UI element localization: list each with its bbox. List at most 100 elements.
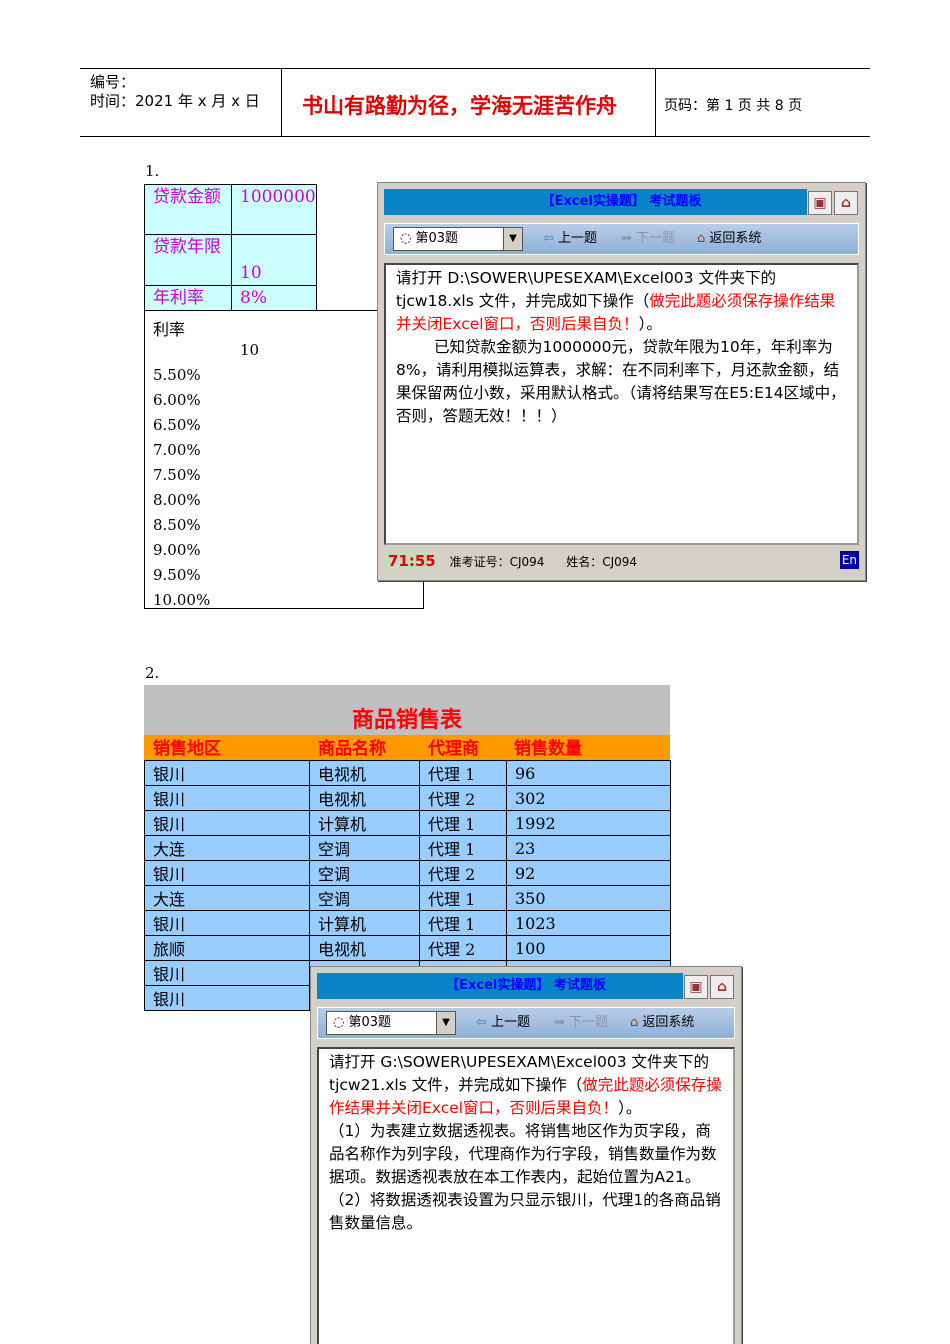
header-divider — [655, 68, 656, 136]
years-value: 10 — [240, 341, 260, 359]
table-cell: 银川 — [144, 910, 310, 936]
question-select[interactable]: ◌ 第03题 ▼ — [393, 227, 523, 251]
restore-icon[interactable]: ▣ — [808, 191, 832, 215]
home-button[interactable]: ⌂ 返回系统 — [697, 230, 761, 248]
table-cell: 代理 1 — [419, 810, 507, 836]
table-cell: 302 — [506, 785, 671, 811]
question-text-c: 已知贷款金额为1000000元，贷款年限为10年，年利率为8%，请利用模拟运算表… — [396, 338, 846, 425]
table-cell: 100 — [506, 935, 671, 961]
loan-amount-value: 1000000 — [231, 184, 317, 235]
column-header: 销售数量 — [514, 739, 582, 759]
home-label: 返回系统 — [709, 231, 762, 246]
loan-amount-label: 贷款金额 — [144, 184, 232, 235]
header-bottom-rule — [80, 136, 870, 137]
prev-button[interactable]: ⇦ 上一题 — [543, 230, 597, 248]
home-icon[interactable]: ⌂ — [710, 975, 734, 999]
chevron-down-icon[interactable]: ▼ — [436, 1012, 455, 1034]
chevron-down-icon[interactable]: ▼ — [503, 228, 522, 250]
table-cell: 空调 — [309, 885, 420, 911]
rate-item: 7.00% — [153, 441, 201, 459]
question-select[interactable]: ◌ 第03题 ▼ — [326, 1011, 456, 1035]
prev-button[interactable]: ⇦ 上一题 — [476, 1014, 530, 1032]
table-cell: 350 — [506, 885, 671, 911]
rate-item: 10.00% — [153, 591, 211, 609]
window-title-bar: 【Excel实操题】 考试题板 ▣ ⌂ — [384, 189, 859, 215]
table-cell: 代理 1 — [419, 835, 507, 861]
status-bar: 71:55 准考证号：CJ094 姓名：CJ094 En — [384, 550, 859, 572]
question-text-b: ）。 — [618, 1099, 642, 1117]
table-cell: 银川 — [144, 960, 310, 986]
home-icon: ⌂ — [630, 1015, 639, 1030]
table-cell: 电视机 — [309, 785, 420, 811]
column-header: 销售地区 — [153, 739, 221, 759]
window-title: 【Excel实操题】 考试题板 — [446, 978, 606, 993]
loan-years-value: 10 — [231, 234, 317, 286]
rate-item: 7.50% — [153, 466, 201, 484]
table-row: 银川 计算机 代理 1 1992 — [144, 810, 671, 836]
table-cell: 代理 2 — [419, 935, 507, 961]
table-row: 银川 空调 代理 2 92 — [144, 860, 671, 886]
table-row: 大连 空调 代理 1 350 — [144, 885, 671, 911]
table-cell: 代理 1 — [419, 760, 507, 786]
rate-item: 9.50% — [153, 566, 201, 584]
toolbar: ◌ 第03题 ▼ ⇦ 上一题 ➡ 下一题 ⌂ 返回系统 — [384, 223, 859, 255]
rate-item: 9.00% — [153, 541, 201, 559]
table-row: 大连 空调 代理 1 23 — [144, 835, 671, 861]
window-title-bar: 【Excel实操题】 考试题板 ▣ ⌂ — [317, 973, 735, 999]
loan-years-label: 贷款年限 — [144, 234, 232, 286]
question-select-value: 第03题 — [415, 231, 459, 246]
exam-panel-window: 【Excel实操题】 考试题板 ▣ ⌂ ◌ 第03题 ▼ ⇦ 上一题 ➡ 下一题 ⌂… — [377, 182, 866, 581]
table-cell: 1023 — [506, 910, 671, 936]
divider — [144, 310, 377, 311]
toolbar: ◌ 第03题 ▼ ⇦ 上一题 ➡ 下一题 ⌂ 返回系统 — [317, 1007, 735, 1039]
arrow-right-icon: ➡ — [621, 231, 632, 246]
home-icon[interactable]: ⌂ — [834, 191, 858, 215]
table-row: 银川 电视机 代理 1 96 — [144, 760, 671, 786]
next-button[interactable]: ➡ 下一题 — [554, 1014, 608, 1032]
exam-panel-window: 【Excel实操题】 考试题板 ▣ ⌂ ◌ 第03题 ▼ ⇦ 上一题 ➡ 下一题 ⌂… — [310, 966, 742, 1344]
question-text: 请打开 G:\SOWER\UPESEXAM\Excel003 文件夹下的 tjc… — [317, 1047, 735, 1344]
arrow-left-icon: ⇦ — [543, 231, 554, 246]
table-cell: 电视机 — [309, 935, 420, 961]
table-cell: 92 — [506, 860, 671, 886]
home-button[interactable]: ⌂ 返回系统 — [630, 1014, 694, 1032]
table-cell: 银川 — [144, 785, 310, 811]
doc-number-label: 编号： — [90, 73, 136, 91]
table-cell: 计算机 — [309, 910, 420, 936]
next-label: 下一题 — [636, 231, 676, 246]
table-cell: 23 — [506, 835, 671, 861]
home-label: 返回系统 — [642, 1015, 695, 1030]
next-label: 下一题 — [569, 1015, 609, 1030]
column-header: 商品名称 — [318, 739, 386, 759]
table-cell: 96 — [506, 760, 671, 786]
step-2-text: （2）将数据透视表设置为只显示银川，代理1的各商品销售数量信息。 — [329, 1191, 721, 1232]
question-number: 1. — [145, 162, 160, 180]
question-select-value: 第03题 — [348, 1015, 392, 1030]
table-cell: 空调 — [309, 835, 420, 861]
table-cell: 代理 2 — [419, 860, 507, 886]
table-cell: 计算机 — [309, 810, 420, 836]
table-cell: 电视机 — [309, 760, 420, 786]
arrow-right-icon: ➡ — [554, 1015, 565, 1030]
page-label: 页码：第 1 页 共 8 页 — [664, 98, 803, 114]
question-number: 2. — [145, 664, 160, 682]
step-1-text: （1）为表建立数据透视表。将销售地区作为页字段，商品名称作为列字段，代理商作为行… — [329, 1122, 717, 1186]
motto: 书山有路勤为径，学海无涯苦作舟 — [302, 94, 617, 118]
candidate-name: 姓名：CJ094 — [566, 555, 638, 569]
restore-icon[interactable]: ▣ — [684, 975, 708, 999]
sales-table-title: 商品销售表 — [144, 685, 670, 735]
ime-indicator[interactable]: En — [839, 551, 859, 569]
rate-header: 利率 — [153, 320, 186, 339]
table-row: 旅顺 电视机 代理 2 100 — [144, 935, 671, 961]
header-divider — [281, 68, 282, 136]
table-cell: 大连 — [144, 835, 310, 861]
table-cell: 空调 — [309, 860, 420, 886]
column-header: 代理商 — [428, 739, 479, 759]
rate-item: 5.50% — [153, 366, 201, 384]
header-top-rule — [80, 68, 870, 69]
table-cell: 旅顺 — [144, 935, 310, 961]
doc-time-label: 时间：2021 年 x 月 x 日 — [90, 92, 260, 110]
next-button[interactable]: ➡ 下一题 — [621, 230, 675, 248]
timer: 71:55 — [384, 552, 440, 570]
rate-item: 8.50% — [153, 516, 201, 534]
